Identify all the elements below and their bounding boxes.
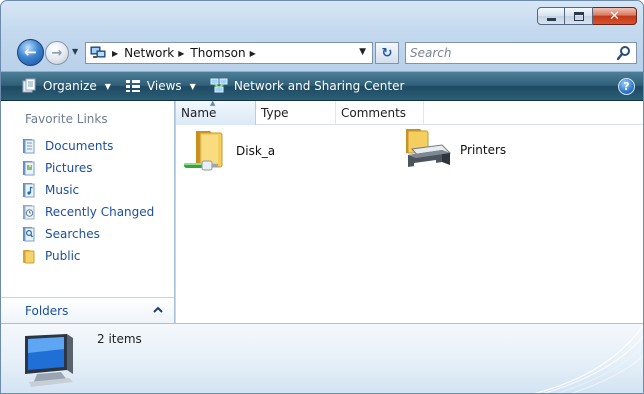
favorite-links-list: Documents Pictures Music Recently Change…: [21, 135, 154, 267]
search-box[interactable]: Search: [405, 42, 637, 64]
command-bar: Organize ▼ Views ▼ Network and Sharing C…: [1, 71, 643, 101]
network-sharing-label: Network and Sharing Center: [233, 79, 405, 93]
favorite-link-label: Pictures: [45, 161, 93, 175]
forward-arrow-icon: →: [51, 45, 63, 61]
network-sharing-icon: [210, 78, 228, 93]
folders-toggle[interactable]: Folders: [1, 297, 174, 323]
column-header-name[interactable]: ▲ Name: [176, 99, 256, 125]
favorite-link-label: Public: [45, 249, 81, 263]
column-header-type[interactable]: Type: [256, 101, 336, 125]
printers-folder-icon: [406, 129, 452, 167]
sort-ascending-icon: ▲: [210, 99, 216, 107]
back-button[interactable]: ←: [17, 39, 44, 66]
breadcrumb-separator-icon[interactable]: ▶: [250, 49, 256, 58]
public-folder-icon: [23, 250, 35, 264]
chevron-up-icon[interactable]: [152, 304, 164, 316]
column-header-row: ▲ Name Type Comments: [176, 99, 643, 125]
breadcrumb-separator-icon[interactable]: ▶: [112, 49, 118, 58]
file-item-label: Printers: [460, 143, 507, 157]
column-header-label: Name: [181, 106, 217, 120]
favorite-link-documents[interactable]: Documents: [21, 135, 154, 157]
close-button[interactable]: ✕: [593, 7, 637, 25]
refresh-icon: ↻: [381, 45, 393, 61]
favorite-link-label: Documents: [45, 139, 114, 153]
searches-icon: [23, 227, 35, 242]
help-icon: ?: [623, 80, 630, 93]
item-count: 2 items: [97, 332, 142, 346]
favorite-link-label: Music: [45, 183, 80, 197]
file-item-label: Disk_a: [236, 144, 276, 158]
favorite-link-searches[interactable]: Searches: [21, 223, 154, 245]
views-button[interactable]: Views ▼: [125, 79, 196, 93]
favorite-links-heading: Favorite Links: [25, 112, 108, 126]
computer-monitor-icon: [25, 334, 73, 387]
search-icon[interactable]: [616, 45, 632, 61]
search-input[interactable]: Search: [410, 46, 452, 60]
network-share-folder-icon: [184, 131, 223, 171]
favorite-link-label: Searches: [45, 227, 100, 241]
maximize-button[interactable]: [565, 7, 593, 25]
explorer-window: ✕ ← → ▼ ▶ Network ▶ Thomson ▶ ▼ ↻ Search: [0, 0, 644, 394]
favorite-link-music[interactable]: Music: [21, 179, 154, 201]
organize-icon: [22, 78, 36, 93]
views-label: Views: [146, 79, 182, 93]
network-icon: [90, 46, 106, 58]
navigation-pane: Favorite Links Documents Pictures Music …: [1, 101, 175, 323]
documents-icon: [23, 139, 35, 154]
chevron-down-icon: ▼: [104, 81, 111, 91]
column-header-label: Comments: [341, 106, 407, 120]
minimize-icon: [546, 17, 556, 21]
back-arrow-icon: ←: [24, 43, 37, 61]
address-dropdown-icon[interactable]: ▼: [359, 47, 366, 57]
maximize-icon: [573, 11, 584, 21]
favorite-link-label: Recently Changed: [45, 205, 155, 219]
decorative-swoosh: [534, 325, 643, 393]
column-header-comments[interactable]: Comments: [336, 101, 424, 125]
details-pane: 2 items: [1, 323, 643, 393]
breadcrumb-thomson[interactable]: Thomson: [190, 46, 245, 60]
address-bar[interactable]: ▶ Network ▶ Thomson ▶ ▼: [85, 42, 373, 64]
folders-label: Folders: [25, 303, 69, 318]
file-item-disk-a[interactable]: Disk_a: [182, 127, 275, 175]
breadcrumb-network[interactable]: Network: [124, 46, 174, 60]
recent-pages-dropdown[interactable]: ▼: [72, 47, 78, 56]
refresh-button[interactable]: ↻: [375, 42, 399, 64]
music-icon: [23, 183, 35, 198]
minimize-button[interactable]: [537, 7, 565, 25]
chevron-down-icon: ▼: [189, 81, 196, 91]
favorite-link-public[interactable]: Public: [21, 245, 154, 267]
favorite-link-pictures[interactable]: Pictures: [21, 157, 154, 179]
breadcrumb-separator-icon[interactable]: ▶: [178, 49, 184, 58]
help-button[interactable]: ?: [618, 78, 635, 95]
network-sharing-center-button[interactable]: Network and Sharing Center: [210, 78, 405, 94]
file-list: ▲ Name Type Comments Disk_a Printers: [176, 99, 643, 323]
recently-changed-icon: [23, 205, 35, 220]
views-icon: [125, 80, 140, 92]
pictures-icon: [23, 161, 35, 176]
organize-button[interactable]: Organize ▼: [21, 78, 111, 94]
file-item-printers[interactable]: Printers: [402, 127, 506, 173]
column-header-label: Type: [261, 106, 289, 120]
forward-button[interactable]: →: [45, 41, 69, 65]
organize-label: Organize: [43, 79, 97, 93]
window-controls: ✕: [537, 7, 637, 25]
favorite-link-recently-changed[interactable]: Recently Changed: [21, 201, 154, 223]
close-icon: ✕: [609, 8, 620, 24]
